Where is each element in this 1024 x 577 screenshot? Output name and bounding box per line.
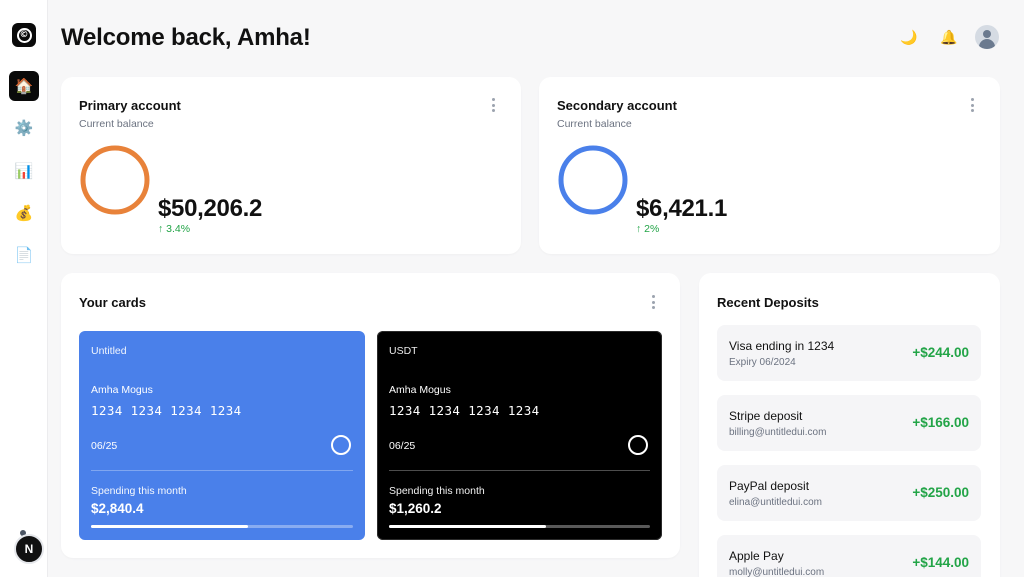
primary-account-ring: [80, 145, 150, 215]
deposit-detail: billing@untitledui.com: [729, 427, 827, 438]
card-holder: Amha Mogus: [91, 384, 153, 396]
card-circle-icon: [628, 435, 648, 455]
primary-account-subtitle: Current balance: [79, 118, 154, 130]
deposit-name: Visa ending in 1234: [729, 339, 835, 353]
secondary-account-card: Secondary account Current balance $6,421…: [539, 77, 1000, 254]
secondary-account-subtitle: Current balance: [557, 118, 632, 130]
deposit-name: PayPal deposit: [729, 479, 810, 493]
deposit-item[interactable]: PayPal deposit elina@untitledui.com +$25…: [717, 465, 981, 521]
secondary-account-menu-icon[interactable]: [966, 97, 978, 113]
ring-stroke: [558, 145, 628, 215]
recent-deposits-panel: Recent Deposits Visa ending in 1234 Expi…: [699, 273, 1000, 577]
primary-account-menu-icon[interactable]: [487, 97, 499, 113]
deposit-detail: molly@untitledui.com: [729, 567, 825, 577]
card-divider: [389, 470, 650, 471]
spending-label: Spending this month: [389, 485, 485, 497]
spending-value: $2,840.4: [91, 501, 144, 516]
primary-account-title: Primary account: [79, 98, 181, 113]
recent-deposits-title: Recent Deposits: [717, 295, 819, 310]
deposit-item[interactable]: Stripe deposit billing@untitledui.com +$…: [717, 395, 981, 451]
card-expiry: 06/25: [91, 440, 118, 452]
avatar-body-shape: [979, 39, 995, 49]
secondary-account-change: ↑ 2%: [636, 223, 660, 235]
sidebar: © 🏠 ⚙️ 📊 💰 📄 N: [0, 0, 48, 577]
payment-card[interactable]: Untitled Amha Mogus 1234 1234 1234 1234 …: [79, 331, 365, 540]
deposit-detail: Expiry 06/2024: [729, 357, 796, 368]
card-label: Untitled: [91, 345, 127, 357]
primary-account-card: Primary account Current balance $50,206.…: [61, 77, 521, 254]
primary-account-change: ↑ 3.4%: [158, 223, 191, 235]
card-circle-icon: [331, 435, 351, 455]
secondary-account-title: Secondary account: [557, 98, 677, 113]
money-bag-icon: 💰: [14, 204, 34, 222]
card-divider: [91, 470, 353, 471]
deposit-item[interactable]: Visa ending in 1234 Expiry 06/2024 +$244…: [717, 325, 981, 381]
your-cards-title: Your cards: [79, 295, 146, 310]
sidebar-item-documents[interactable]: 📄: [9, 240, 39, 270]
deposit-detail: elina@untitledui.com: [729, 497, 822, 508]
spending-label: Spending this month: [91, 485, 187, 497]
spending-progress: [389, 525, 650, 528]
page-title: Welcome back, Amha!: [61, 24, 311, 51]
sidebar-item-settings[interactable]: ⚙️: [9, 113, 39, 143]
spending-progress-fill: [91, 525, 249, 528]
deposit-amount: +$250.00: [912, 485, 969, 500]
bar-chart-icon: 📊: [14, 162, 34, 180]
primary-account-balance: $50,206.2: [158, 195, 263, 222]
secondary-account-balance: $6,421.1: [636, 195, 728, 222]
avatar-head-shape: [983, 30, 991, 38]
deposit-name: Apple Pay: [729, 549, 784, 563]
sidebar-item-home[interactable]: 🏠: [9, 71, 39, 101]
card-number: 1234 1234 1234 1234: [91, 403, 242, 418]
card-expiry: 06/25: [389, 440, 416, 452]
card-number: 1234 1234 1234 1234: [389, 403, 540, 418]
gear-icon: ⚙️: [14, 119, 34, 137]
deposit-item[interactable]: Apple Pay molly@untitledui.com +$144.00: [717, 535, 981, 577]
logo-icon: ©: [16, 27, 32, 43]
home-icon: 🏠: [14, 77, 34, 95]
card-label: USDT: [389, 345, 418, 357]
card-holder: Amha Mogus: [389, 384, 451, 396]
user-avatar[interactable]: [975, 25, 999, 49]
payment-card[interactable]: USDT Amha Mogus 1234 1234 1234 1234 06/2…: [377, 331, 662, 540]
deposit-name: Stripe deposit: [729, 409, 803, 423]
your-cards-panel: Your cards Untitled Amha Mogus 1234 1234…: [61, 273, 680, 558]
ring-stroke: [80, 145, 150, 215]
deposit-amount: +$244.00: [912, 345, 969, 360]
secondary-account-ring: [558, 145, 628, 215]
document-icon: 📄: [14, 246, 34, 264]
spending-progress-fill: [389, 525, 546, 528]
your-cards-menu-icon[interactable]: [647, 294, 659, 310]
moon-icon[interactable]: 🌙: [898, 27, 920, 49]
spending-value: $1,260.2: [389, 501, 442, 516]
sidebar-item-analytics[interactable]: 📊: [9, 156, 39, 186]
deposit-amount: +$144.00: [912, 555, 969, 570]
deposit-amount: +$166.00: [912, 415, 969, 430]
app-logo[interactable]: ©: [12, 23, 36, 47]
sidebar-item-finance[interactable]: 💰: [9, 198, 39, 228]
spending-progress: [91, 525, 353, 528]
workspace-avatar[interactable]: N: [14, 534, 44, 564]
bell-icon[interactable]: 🔔: [938, 27, 960, 49]
